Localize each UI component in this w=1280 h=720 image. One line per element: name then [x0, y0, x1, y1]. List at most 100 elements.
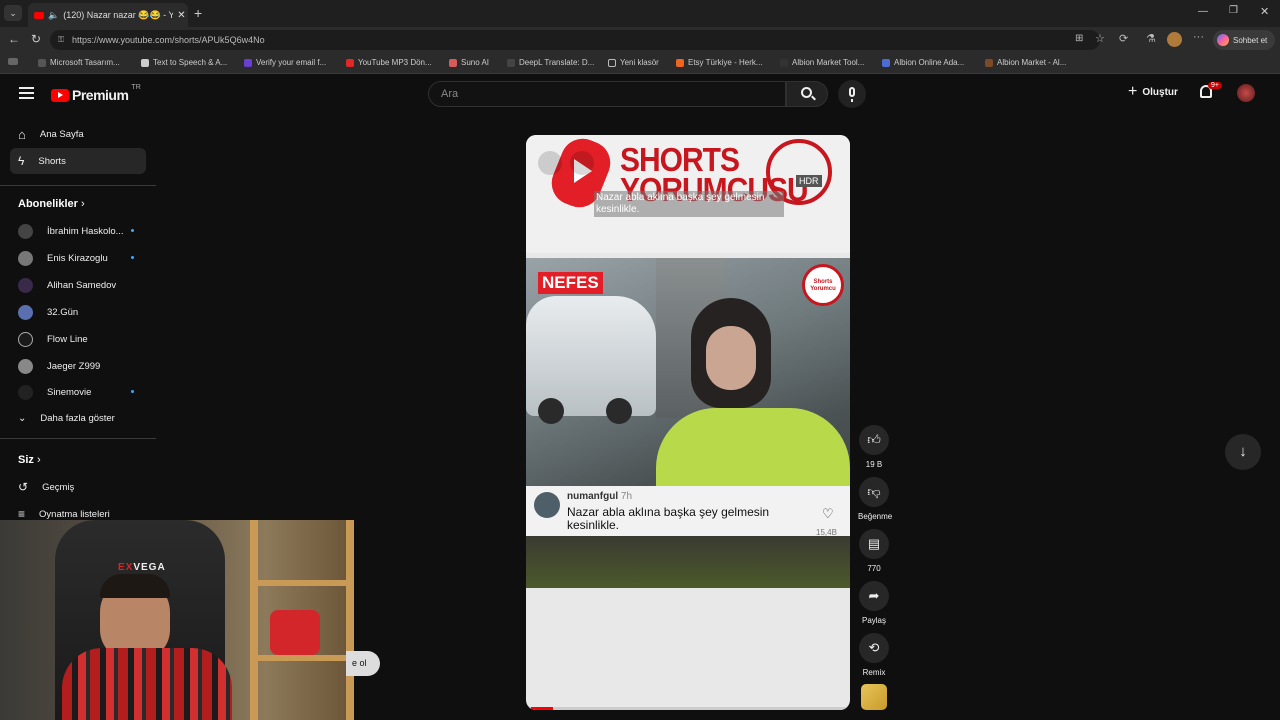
- tab-title: (120) Nazar nazar 😂😂 - You: [63, 9, 174, 20]
- bookmark-item[interactable]: Albion Market - Al...: [985, 58, 1066, 67]
- minimize-button[interactable]: —: [1198, 6, 1208, 17]
- bookmark-item[interactable]: Albion Market Tool...: [780, 58, 864, 67]
- sidebar-subscription-item[interactable]: Flow Line: [10, 326, 146, 352]
- sidebar-subscription-item[interactable]: 32.Gün: [10, 299, 146, 325]
- bookmark-label: Microsoft Tasarım...: [50, 58, 120, 67]
- sidebar-subscription-item[interactable]: Alihan Samedov: [10, 272, 146, 298]
- hamburger-menu-icon[interactable]: [19, 87, 34, 99]
- sidebar-item-label: Ana Sayfa: [39, 128, 84, 140]
- copilot-button[interactable]: Sohbet et: [1213, 30, 1275, 50]
- show-more-button[interactable]: ⌄ Daha fazla göster: [10, 405, 146, 431]
- sidebar-item-shorts[interactable]: ϟ Shorts: [10, 148, 146, 174]
- shorts-player[interactable]: SHORTS YORUMCUSU HDR Nazar abla aklına b…: [526, 135, 850, 710]
- sidebar-subscription-item[interactable]: Sinemovie: [10, 379, 146, 405]
- plaid-shirt: [62, 648, 232, 720]
- sidebar-subscription-item[interactable]: Jaeger Z999: [10, 353, 146, 379]
- comment-card: numanfgul 7h Nazar abla aklına başka şey…: [526, 486, 850, 537]
- you-header[interactable]: Siz ›: [18, 454, 41, 466]
- url-field[interactable]: ⚿ https://www.youtube.com/shorts/APUk5Q6…: [50, 30, 1100, 50]
- browser-tab-active[interactable]: 🔈 (120) Nazar nazar 😂😂 - You ✕: [28, 3, 188, 27]
- search-button[interactable]: [786, 81, 828, 107]
- shelf-board: [250, 655, 354, 661]
- comments-button[interactable]: ▤ 770: [858, 529, 890, 573]
- heart-icon[interactable]: ♡: [822, 506, 834, 522]
- playlist-icon: ≡: [18, 507, 26, 521]
- truck-wheel: [606, 398, 632, 424]
- region-code: TR: [131, 84, 141, 91]
- channel-name: Jaeger Z999: [47, 360, 101, 372]
- address-bar-row: ← ↻ ⚿ https://www.youtube.com/shorts/APU…: [0, 27, 1280, 53]
- bookmark-item[interactable]: Albion Online Ada...: [882, 58, 964, 67]
- browser-essentials-icon[interactable]: ⚗: [1146, 32, 1156, 45]
- back-icon[interactable]: ←: [8, 32, 20, 46]
- shorts-icon: ϟ: [18, 154, 25, 168]
- youtube-premium-logo[interactable]: Premium TR: [51, 84, 141, 103]
- sidebar-item-home[interactable]: ⌂ Ana Sayfa: [10, 121, 146, 147]
- thumbs-up-icon: 👍︎: [867, 432, 881, 447]
- app-icon[interactable]: ⊞: [1075, 33, 1083, 44]
- logo-text: Premium: [72, 87, 129, 103]
- close-window-button[interactable]: ✕: [1260, 5, 1269, 18]
- bookmark-item[interactable]: Text to Speech & A...: [141, 58, 227, 67]
- bookmark-item[interactable]: YouTube MP3 Dön...: [346, 58, 432, 67]
- volume-button[interactable]: [570, 151, 594, 175]
- pause-button[interactable]: [538, 151, 562, 175]
- comment-icon: ▤: [867, 536, 881, 551]
- subscribe-button-partial[interactable]: e ol: [346, 651, 380, 676]
- tab-list-button[interactable]: ⌄: [4, 5, 22, 21]
- copilot-label: Sohbet et: [1233, 35, 1268, 45]
- sidebar-subscription-item[interactable]: İbrahim Haskolo...: [10, 218, 146, 244]
- search-input[interactable]: Ara: [428, 81, 786, 107]
- bookmark-item[interactable]: Suno AI: [449, 58, 489, 67]
- notifications-button[interactable]: 9+: [1200, 82, 1222, 98]
- red-clothes: [270, 610, 320, 655]
- hdr-badge: HDR: [796, 175, 822, 187]
- subscriptions-header[interactable]: Abonelikler ›: [18, 198, 85, 210]
- youtube-header: Premium TR Ara + Oluştur 9+: [0, 75, 1280, 115]
- bookmark-folder[interactable]: Yeni klasör: [608, 58, 659, 67]
- voice-search-button[interactable]: [838, 80, 866, 108]
- like-button[interactable]: 👍︎ 19 B: [858, 425, 890, 469]
- bookmark-item[interactable]: DeepL Translate: D...: [507, 58, 594, 67]
- favorite-star-icon[interactable]: ☆: [1095, 32, 1105, 45]
- channel-name: Enis Kirazoglu: [47, 252, 108, 264]
- bookmark-label: Albion Market - Al...: [997, 58, 1067, 67]
- bookmark-item[interactable]: Microsoft Tasarım...: [38, 58, 120, 67]
- remix-button[interactable]: ⟲ Remix: [858, 633, 890, 677]
- new-content-dot: [131, 229, 134, 232]
- refresh-icon[interactable]: ↻: [31, 32, 41, 46]
- sound-thumbnail[interactable]: [861, 684, 887, 710]
- profile-avatar[interactable]: [1167, 32, 1182, 47]
- new-tab-button[interactable]: +: [194, 5, 202, 21]
- dislike-button[interactable]: 👎︎ Beğenme: [858, 477, 892, 521]
- remix-label: Remix: [862, 668, 886, 677]
- bookmarks-bar-icon[interactable]: [8, 58, 18, 65]
- create-button[interactable]: + Oluştur: [1128, 84, 1178, 100]
- sidebar-item-history[interactable]: ↺ Geçmiş: [10, 474, 146, 500]
- shorts-yorumcu-badge: Shorts Yorumcu: [802, 264, 844, 306]
- commenter-avatar: [534, 492, 560, 518]
- next-video-button[interactable]: ↓: [1225, 434, 1261, 470]
- channel-name: İbrahim Haskolo...: [47, 225, 124, 237]
- progress-fill: [531, 707, 553, 710]
- extensions-icon[interactable]: ⟳: [1119, 32, 1128, 45]
- bookmark-item[interactable]: Etsy Türkiye - Herk...: [676, 58, 763, 67]
- bookmarks-bar: Microsoft Tasarım... Text to Speech & A.…: [0, 53, 1280, 74]
- divider: [0, 438, 156, 439]
- channel-avatar: [18, 304, 33, 320]
- comment-username[interactable]: numanfgul: [567, 491, 618, 502]
- share-button[interactable]: ➦ Paylaş: [858, 581, 890, 625]
- sidebar-subscription-item[interactable]: Enis Kirazoglu: [10, 245, 146, 271]
- site-info-icon[interactable]: ⚿: [58, 35, 64, 45]
- close-tab-icon[interactable]: ✕: [177, 10, 185, 21]
- channel-name: 32.Gün: [47, 306, 79, 318]
- speaker-icon[interactable]: 🔈: [48, 10, 59, 21]
- bookmark-item[interactable]: Verify your email f...: [244, 58, 326, 67]
- channel-avatar: [18, 331, 33, 347]
- restore-button[interactable]: ❐: [1229, 5, 1238, 16]
- progress-bar[interactable]: [526, 707, 850, 710]
- sidebar-item-label: Geçmiş: [42, 481, 75, 493]
- more-menu-icon[interactable]: ···: [1193, 31, 1204, 43]
- chevron-right-icon: ›: [36, 454, 41, 466]
- account-avatar[interactable]: [1237, 84, 1255, 102]
